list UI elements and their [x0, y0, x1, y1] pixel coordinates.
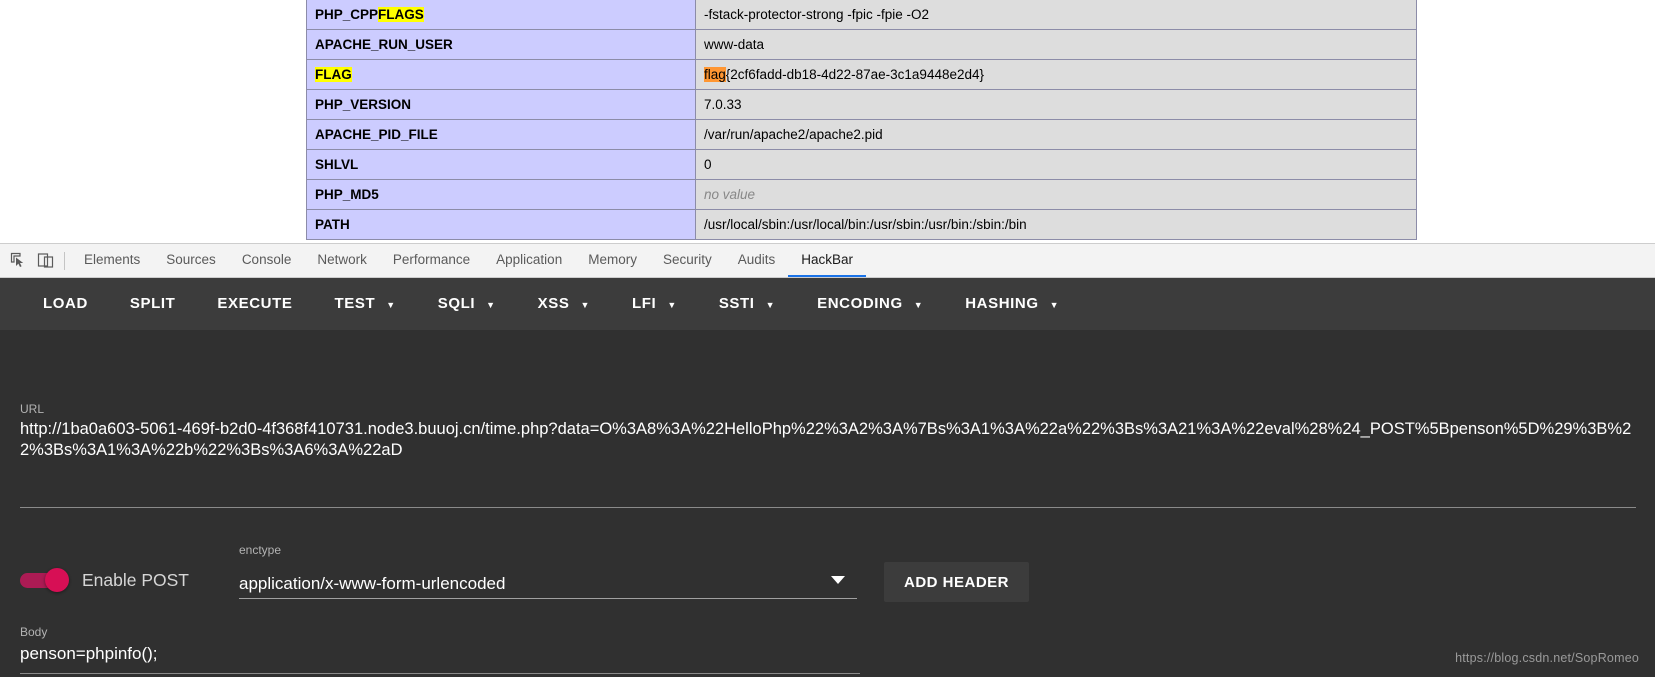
device-toolbar-icon[interactable]	[37, 252, 54, 269]
enctype-selected-value: application/x-www-form-urlencoded	[239, 573, 506, 593]
xss-menu-button[interactable]: XSS ▼	[517, 278, 611, 330]
encoding-menu-label: ENCODING	[817, 295, 903, 312]
body-field-group: Body penson=phpinfo();	[20, 625, 860, 674]
body-field-label: Body	[20, 625, 48, 639]
encoding-menu-button[interactable]: ENCODING ▼	[796, 278, 944, 330]
chevron-down-icon: ▼	[667, 299, 677, 310]
table-cell-variable: PHP_VERSION	[306, 89, 696, 120]
active-search-match-highlight: flag	[704, 66, 726, 82]
table-cell-variable: APACHE_PID_FILE	[306, 119, 696, 150]
hackbar-toolbar: LOAD SPLIT EXECUTE TEST ▼ SQLI ▼ XSS ▼ LFI ▼…	[0, 278, 1655, 330]
post-settings-row: Enable POST enctype application/x-www-fo…	[0, 538, 1655, 608]
enable-post-label: Enable POST	[82, 570, 189, 590]
toggle-switch-track[interactable]	[20, 568, 69, 592]
table-cell-value: /var/run/apache2/apache2.pid	[695, 119, 1417, 150]
hackbar-panel: LOAD SPLIT EXECUTE TEST ▼ SQLI ▼ XSS ▼ LFI ▼…	[0, 278, 1655, 677]
phpinfo-environment-table: PHP_CPPFLAGS -fstack-protector-strong -f…	[306, 0, 1417, 240]
table-row-flag: FLAG flag{2cf6fadd-db18-4d22-87ae-3c1a94…	[306, 59, 1417, 90]
enctype-select[interactable]: application/x-www-form-urlencoded	[239, 569, 857, 599]
chevron-down-icon: ▼	[913, 299, 924, 310]
url-field-label: URL	[20, 402, 45, 416]
hashing-menu-label: HASHING	[965, 295, 1039, 312]
table-cell-variable: APACHE_RUN_USER	[306, 29, 696, 60]
ssti-menu-label: SSTI	[718, 295, 755, 312]
lfi-menu-label: LFI	[632, 295, 657, 312]
table-row: SHLVL 0	[306, 149, 1417, 180]
chevron-down-icon	[831, 576, 845, 584]
table-row: PHP_VERSION 7.0.33	[306, 89, 1417, 120]
flag-value-text: {2cf6fadd-db18-4d22-87ae-3c1a9448e2d4}	[725, 66, 985, 82]
tab-performance[interactable]: Performance	[380, 244, 483, 277]
tab-memory[interactable]: Memory	[575, 244, 650, 277]
hashing-menu-button[interactable]: HASHING ▼	[944, 278, 1080, 330]
table-cell-variable: SHLVL	[306, 149, 696, 180]
tab-audits[interactable]: Audits	[725, 244, 789, 277]
table-cell-value: 0	[695, 149, 1417, 180]
tab-sources[interactable]: Sources	[153, 244, 229, 277]
enctype-label: enctype	[239, 543, 282, 557]
chevron-down-icon: ▼	[765, 299, 776, 310]
table-row: PHP_CPPFLAGS -fstack-protector-strong -f…	[306, 0, 1417, 30]
enable-post-toggle[interactable]: Enable POST	[20, 568, 189, 592]
table-cell-value: /usr/local/sbin:/usr/local/bin:/usr/sbin…	[695, 209, 1417, 240]
enctype-field-group: enctype application/x-www-form-urlencode…	[239, 543, 857, 599]
tab-elements[interactable]: Elements	[71, 244, 153, 277]
table-cell-variable: PHP_CPPFLAGS	[306, 0, 696, 30]
screenshot-root: PHP_CPPFLAGS -fstack-protector-strong -f…	[0, 0, 1655, 677]
table-cell-value: no value	[695, 179, 1417, 210]
no-value-text: no value	[704, 186, 756, 202]
table-row: APACHE_RUN_USER www-data	[306, 29, 1417, 60]
load-button[interactable]: LOAD	[22, 278, 109, 330]
toggle-switch-knob	[45, 568, 69, 592]
xss-menu-label: XSS	[537, 295, 570, 312]
sqli-menu-button[interactable]: SQLI ▼	[417, 278, 517, 330]
table-row: PATH /usr/local/sbin:/usr/local/bin:/usr…	[306, 209, 1417, 240]
table-cell-variable: PHP_MD5	[306, 179, 696, 210]
tab-security[interactable]: Security	[650, 244, 725, 277]
toolbar-divider	[64, 251, 65, 270]
hackbar-body: URL http://1ba0a603-5061-469f-b2d0-4f368…	[0, 330, 1655, 677]
table-row: PHP_MD5 no value	[306, 179, 1417, 210]
test-menu-button[interactable]: TEST ▼	[313, 278, 416, 330]
execute-button-label: EXECUTE	[217, 295, 293, 312]
watermark-text: https://blog.csdn.net/SopRomeo	[1455, 651, 1639, 665]
body-input[interactable]: penson=phpinfo();	[20, 642, 860, 674]
load-button-label: LOAD	[43, 295, 88, 312]
table-row: APACHE_PID_FILE /var/run/apache2/apache2…	[306, 119, 1417, 150]
phpinfo-page: PHP_CPPFLAGS -fstack-protector-strong -f…	[0, 0, 1655, 243]
devtools-tab-bar: Elements Sources Console Network Perform…	[0, 243, 1655, 278]
test-menu-label: TEST	[334, 295, 376, 312]
execute-button[interactable]: EXECUTE	[196, 278, 313, 330]
chevron-down-icon: ▼	[486, 299, 496, 310]
split-button[interactable]: SPLIT	[109, 278, 197, 330]
add-header-button[interactable]: ADD HEADER	[884, 562, 1030, 602]
split-button-label: SPLIT	[129, 295, 176, 312]
url-input[interactable]: http://1ba0a603-5061-469f-b2d0-4f368f410…	[20, 419, 1655, 461]
variable-name-text: PHP_CPP	[315, 6, 379, 22]
table-cell-value: -fstack-protector-strong -fpic -fpie -O2	[695, 0, 1417, 30]
sqli-menu-label: SQLI	[437, 295, 476, 312]
chevron-down-icon: ▼	[580, 299, 591, 310]
lfi-menu-button[interactable]: LFI ▼	[611, 278, 698, 330]
table-cell-value: www-data	[695, 29, 1417, 60]
tab-network[interactable]: Network	[304, 244, 380, 277]
tab-hackbar[interactable]: HackBar	[788, 244, 867, 277]
devtools-icon-group	[0, 244, 62, 277]
inspect-element-icon[interactable]	[10, 252, 27, 269]
search-match-highlight: FLAGS	[378, 6, 424, 22]
table-cell-variable: FLAG	[306, 59, 696, 90]
url-field-group: URL http://1ba0a603-5061-469f-b2d0-4f368…	[20, 402, 1655, 461]
tab-application[interactable]: Application	[483, 244, 575, 277]
tab-console[interactable]: Console	[229, 244, 305, 277]
chevron-down-icon: ▼	[386, 299, 396, 310]
add-header-button-label: ADD HEADER	[904, 573, 1010, 591]
chevron-down-icon: ▼	[1049, 299, 1060, 310]
table-cell-variable: PATH	[306, 209, 696, 240]
ssti-menu-button[interactable]: SSTI ▼	[698, 278, 796, 330]
url-field-underline	[20, 507, 1636, 508]
table-cell-value: flag{2cf6fadd-db18-4d22-87ae-3c1a9448e2d…	[695, 59, 1417, 90]
search-match-highlight: FLAG	[315, 66, 352, 82]
table-cell-value: 7.0.33	[695, 89, 1417, 120]
